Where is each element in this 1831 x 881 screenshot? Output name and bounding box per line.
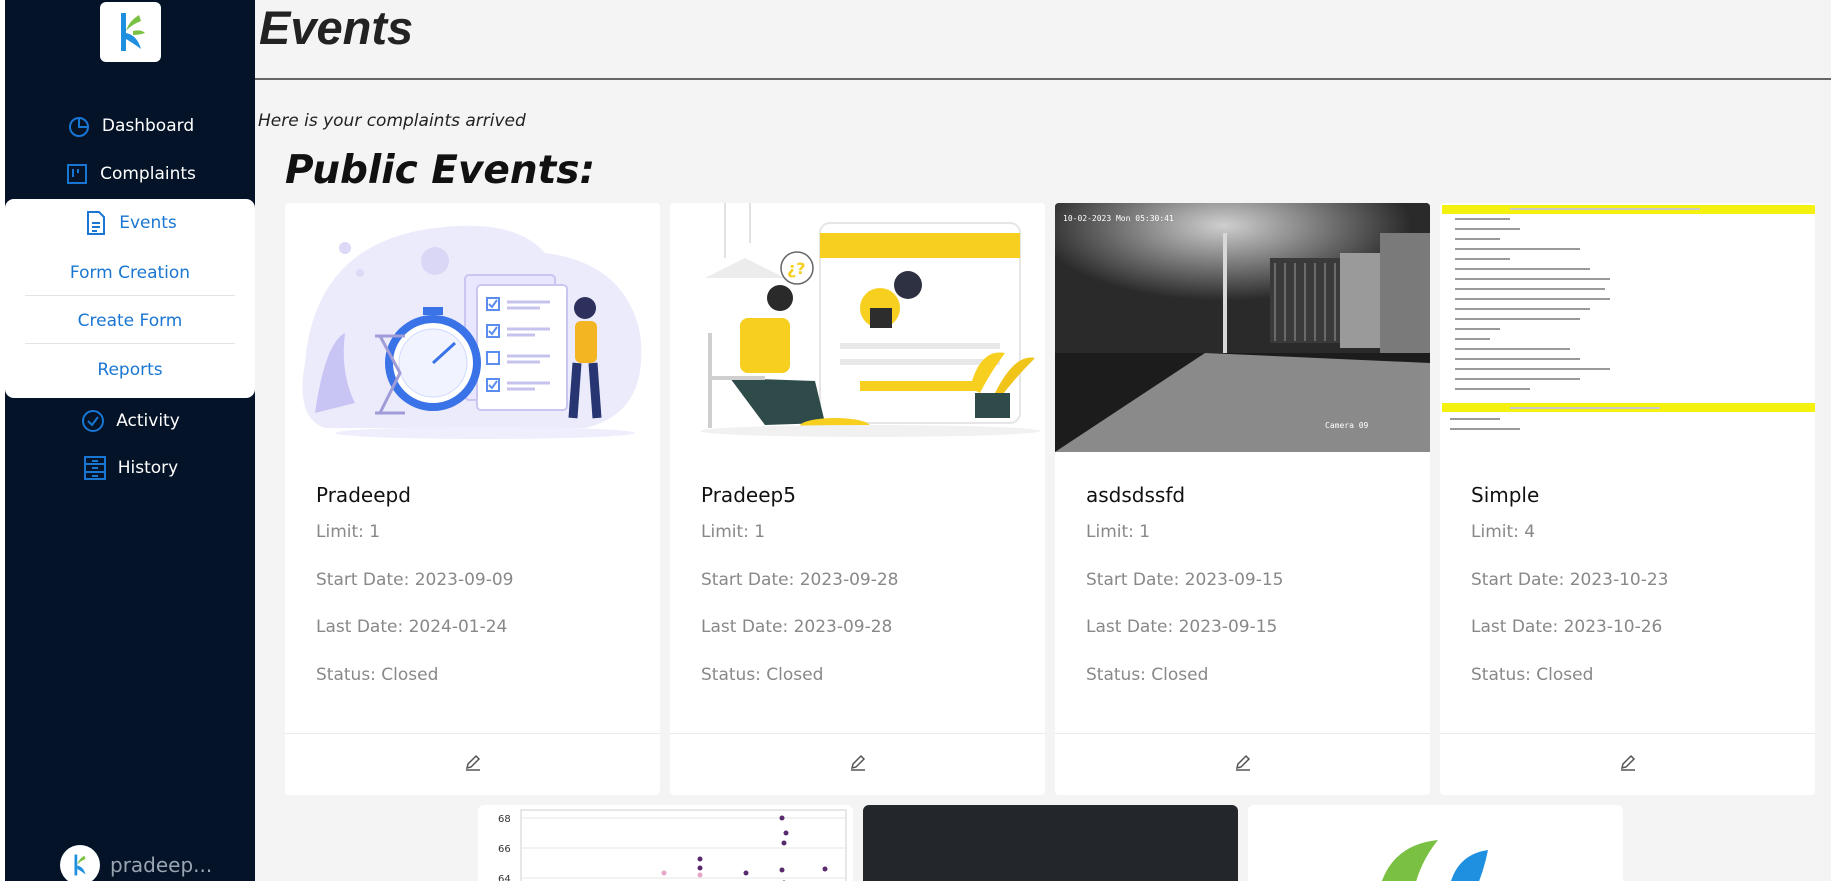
event-status: Status: Closed [701,665,824,685]
nav-history-label: History [117,458,179,478]
submenu-create-form[interactable]: Create Form [25,311,235,344]
event-limit: Limit: 1 [316,522,381,542]
pie-chart-icon [66,113,92,139]
event-start-date: Start Date: 2023-09-28 [701,570,899,590]
event-status: Status: Closed [1471,665,1594,685]
event-last-date: Last Date: 2024-01-24 [316,617,508,637]
event-name: Pradeep5 [701,483,796,507]
user-name: pradeep... [110,853,213,877]
pencil-icon[interactable] [1234,754,1252,776]
app: Dashboard Complaints Form Creation Creat… [0,0,1831,881]
nav-history[interactable]: History [5,455,255,481]
document-icon [83,210,109,236]
submenu-form-creation-label: Form Creation [69,263,191,283]
event-card[interactable]: Simple Limit: 4 Start Date: 2023-10-23 L… [1440,203,1815,795]
event-card[interactable]: 68 66 64 [478,805,853,881]
event-image: 68 66 64 [498,809,847,881]
nav-dashboard-label: Dashboard [101,116,195,136]
svg-text:¿?: ¿? [787,259,806,278]
event-start-date: Start Date: 2023-09-15 [1086,570,1284,590]
check-circle-icon [80,408,106,434]
nav-events-label: Events [119,213,177,233]
nav-activity[interactable]: Activity [5,408,255,434]
submenu-create-form-label: Create Form [77,311,183,331]
chart-tick: 64 [498,874,511,881]
event-last-date: Last Date: 2023-10-26 [1471,617,1663,637]
event-name: Simple [1471,483,1540,507]
event-image [285,203,660,452]
nav-complaints-label: Complaints [100,164,196,184]
event-start-date: Start Date: 2023-09-09 [316,570,514,590]
event-image [1382,840,1488,881]
event-status: Status: Closed [1086,665,1209,685]
nav-complaints[interactable]: Complaints [5,161,255,187]
app-logo[interactable] [100,2,161,62]
camera-label: Camera 09 [1325,421,1369,430]
event-limit: Limit: 1 [701,522,766,542]
event-last-date: Last Date: 2023-09-15 [1086,617,1278,637]
event-name: Pradeepd [316,483,411,507]
event-name: asdsdssfd [1086,483,1186,507]
section-title: Public Events: [285,148,596,193]
archive-icon [82,455,108,481]
pencil-icon[interactable] [849,754,867,776]
kanban-icon [64,161,90,187]
chart-tick: 68 [498,814,511,825]
event-status: Status: Closed [316,665,439,685]
event-limit: Limit: 4 [1471,522,1536,542]
camera-timestamp: 10-02-2023 Mon 05:30:41 [1063,214,1174,223]
avatar [60,845,100,881]
event-last-date: Last Date: 2023-09-28 [701,617,893,637]
sidebar: Dashboard Complaints Form Creation Creat… [0,0,255,881]
event-start-date: Start Date: 2023-10-23 [1471,570,1669,590]
page-title: Events [259,1,414,54]
user-profile[interactable]: pradeep... [60,845,212,881]
nav-dashboard[interactable]: Dashboard [5,113,255,139]
event-card[interactable] [863,805,1238,881]
chart-tick: 66 [498,844,511,855]
submenu-reports[interactable]: Reports [25,360,235,393]
nav-events[interactable]: Events [5,210,255,236]
title-divider [255,78,1831,80]
card-footer [1055,733,1430,795]
card-footer [285,733,660,795]
nav-activity-label: Activity [116,411,180,431]
page-subtitle: Here is your complaints arrived [258,111,526,131]
event-limit: Limit: 1 [1086,522,1151,542]
event-card[interactable]: ¿? Pradeep5 Limit: 1 Start Date: 2023-09… [670,203,1045,795]
submenu-reports-label: Reports [97,360,163,380]
event-card[interactable]: 10-02-2023 Mon 05:30:41 Camera 09 asdsds… [1055,203,1430,795]
event-image: ¿? [670,203,1045,452]
event-image [1440,203,1815,452]
event-card[interactable] [1248,805,1623,881]
pencil-icon[interactable] [1619,754,1637,776]
card-footer [670,733,1045,795]
pencil-icon[interactable] [464,754,482,776]
card-footer [1440,733,1815,795]
event-image: 10-02-2023 Mon 05:30:41 Camera 09 [1055,203,1430,452]
event-card[interactable]: Pradeepd Limit: 1 Start Date: 2023-09-09… [285,203,660,795]
submenu-form-creation[interactable]: Form Creation [25,263,235,296]
